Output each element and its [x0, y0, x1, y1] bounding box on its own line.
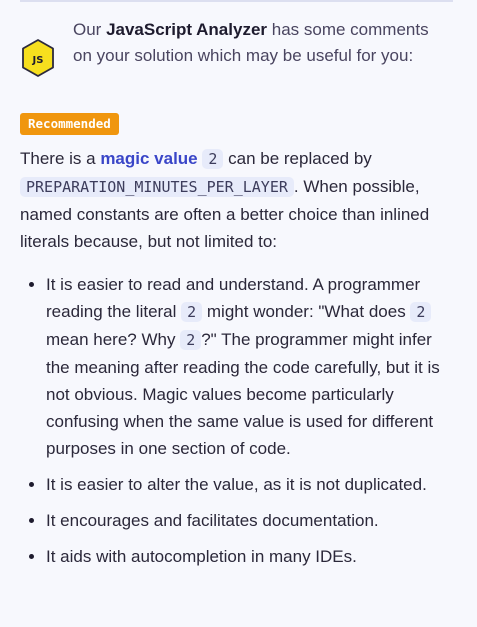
- reasons-list: It is easier to read and understand. A p…: [20, 271, 460, 570]
- analyzer-name: JavaScript Analyzer: [106, 20, 268, 39]
- inline-code: 2: [180, 330, 202, 350]
- analyzer-header: JS Our JavaScript Analyzer has some comm…: [20, 14, 460, 78]
- magic-value-highlight: magic value: [100, 149, 198, 168]
- comment-body: There is a magic value 2 can be replaced…: [20, 145, 460, 579]
- recommended-tag: Recommended: [20, 113, 119, 135]
- list-item: It is easier to read and understand. A p…: [46, 271, 460, 462]
- list-item: It aids with autocompletion in many IDEs…: [46, 543, 460, 570]
- inline-code: 2: [202, 149, 224, 169]
- inline-code-constant: PREPARATION_MINUTES_PER_LAYER: [20, 177, 294, 197]
- javascript-badge-label: JS: [32, 55, 44, 66]
- inline-code: 2: [181, 302, 203, 322]
- top-divider: [20, 0, 453, 2]
- comment-intro: There is a magic value 2 can be replaced…: [20, 149, 430, 251]
- inline-code: 2: [410, 302, 432, 322]
- list-item: It is easier to alter the value, as it i…: [46, 471, 460, 498]
- javascript-hexagon-icon: JS: [22, 39, 54, 77]
- list-item: It encourages and facilitates documentat…: [46, 507, 460, 534]
- analyzer-intro-text: Our JavaScript Analyzer has some comment…: [73, 20, 429, 65]
